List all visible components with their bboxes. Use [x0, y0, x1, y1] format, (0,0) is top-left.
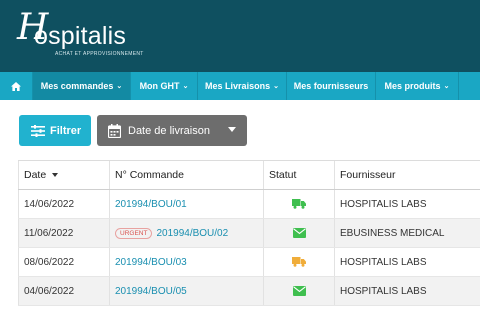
nav-home[interactable]	[0, 72, 33, 100]
nav-label: Mes produits	[384, 81, 441, 91]
status-cell	[263, 190, 334, 218]
delivery-date-label: Date de livraison	[128, 124, 210, 137]
supplier-name: EBUSINESS MEDICAL	[334, 219, 480, 247]
chevron-down-icon: ⌄	[443, 83, 450, 90]
status-cell	[263, 277, 334, 305]
nav-mes-produits[interactable]: Mes produits ⌄	[376, 72, 459, 100]
supplier-name: HOSPITALIS LABS	[334, 190, 480, 218]
table-header-row: Date N° Commande Statut Fournisseur	[18, 161, 480, 190]
nav-mon-ght[interactable]: Mon GHT ⌄	[131, 72, 198, 100]
caret-down-icon	[228, 127, 236, 132]
chevron-down-icon: ⌄	[116, 83, 123, 90]
home-icon	[11, 81, 21, 91]
order-date: 08/06/2022	[18, 248, 109, 276]
status-cell	[263, 248, 334, 276]
main-nav: Mes commandes ⌄ Mon GHT ⌄ Mes Livraisons ⌄ …	[0, 72, 480, 100]
order-number-link[interactable]: 201994/BOU/05	[115, 286, 187, 297]
order-date: 11/06/2022	[18, 219, 109, 247]
nav-label: Mes commandes	[40, 81, 114, 91]
order-number-cell: 201994/BOU/01	[109, 190, 263, 218]
column-header-supplier[interactable]: Fournisseur	[334, 161, 480, 189]
supplier-name: HOSPITALIS LABS	[334, 277, 480, 305]
logo-tagline: ACHAT ET APPROVISIONNEMENT	[55, 51, 144, 57]
column-header-date[interactable]: Date	[18, 161, 109, 189]
supplier-name: HOSPITALIS LABS	[334, 248, 480, 276]
column-header-status[interactable]: Statut	[263, 161, 334, 189]
nav-mes-livraisons[interactable]: Mes Livraisons ⌄	[198, 72, 287, 100]
table-row[interactable]: 04/06/2022 201994/BOU/05 HOSPITALIS LABS	[18, 277, 480, 306]
order-number-cell: URGENT 201994/BOU/02	[109, 219, 263, 247]
nav-mes-commandes[interactable]: Mes commandes ⌄	[33, 72, 131, 100]
column-header-order[interactable]: N° Commande	[109, 161, 263, 189]
order-date: 04/06/2022	[18, 277, 109, 305]
calendar-icon	[108, 123, 121, 138]
sort-desc-icon	[52, 173, 59, 177]
order-number-link[interactable]: 201994/BOU/03	[115, 257, 187, 268]
order-number-cell: 201994/BOU/03	[109, 248, 263, 276]
urgent-badge: URGENT	[115, 227, 153, 239]
chevron-down-icon: ⌄	[273, 83, 279, 90]
sliders-icon	[31, 124, 45, 137]
envelope-icon	[292, 286, 306, 296]
table-row[interactable]: 08/06/2022 201994/BOU/03 HOSPITALIS LABS	[18, 248, 480, 277]
envelope-icon	[292, 228, 306, 238]
delivery-date-dropdown[interactable]: Date de livraison	[97, 115, 247, 146]
filter-button-label: Filtrer	[50, 124, 82, 137]
order-number-link[interactable]: 201994/BOU/01	[115, 199, 187, 210]
nav-label: Mes Livraisons	[205, 81, 271, 91]
app-header: H ospitalis ACHAT ET APPROVISIONNEMENT	[0, 0, 480, 72]
nav-label: Mes fournisseurs	[293, 81, 369, 91]
nav-label: Mon GHT	[139, 81, 180, 91]
table-row[interactable]: 14/06/2022 201994/BOU/01 HOSPITALIS LABS	[18, 190, 480, 219]
truck-icon	[292, 199, 306, 209]
filter-button[interactable]: Filtrer	[19, 115, 91, 146]
truck-icon	[292, 257, 306, 267]
order-date: 14/06/2022	[18, 190, 109, 218]
logo-wordmark[interactable]: ospitalis	[34, 22, 126, 51]
chevron-down-icon: ⌄	[182, 83, 189, 90]
orders-table: Date N° Commande Statut Fournisseur 14/0…	[18, 160, 480, 306]
nav-mes-fournisseurs[interactable]: Mes fournisseurs	[287, 72, 376, 100]
order-number-cell: 201994/BOU/05	[109, 277, 263, 305]
status-cell	[263, 219, 334, 247]
table-row[interactable]: 11/06/2022 URGENT 201994/BOU/02 EBUSINES…	[18, 219, 480, 248]
order-number-link[interactable]: 201994/BOU/02	[156, 228, 228, 239]
